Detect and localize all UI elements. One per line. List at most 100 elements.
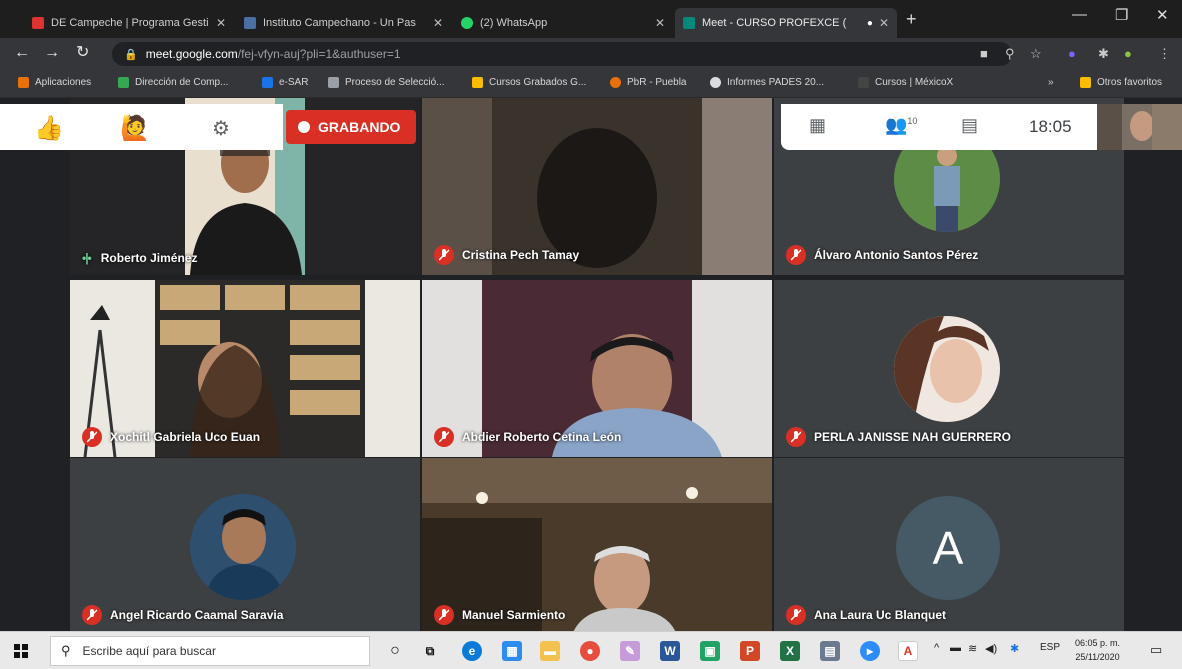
tab-whatsapp[interactable]: (2) WhatsApp ✕ — [453, 8, 673, 38]
address-bar[interactable]: 🔒 meet.google.com/fej-vfyn-auj?pli=1&aut… — [112, 42, 1012, 66]
powerpoint-icon[interactable]: P — [740, 641, 760, 661]
chrome-icon[interactable]: ● — [580, 641, 600, 661]
participant-tile[interactable]: A Ana Laura Uc Blanquet — [774, 458, 1124, 631]
recording-dot-icon: ● — [866, 17, 873, 29]
zoom-icon[interactable]: ⚲ — [1005, 46, 1015, 62]
notifications-icon[interactable]: ▭ — [1150, 642, 1162, 658]
bookmark-cursos-mexicox[interactable]: Cursos | MéxicoX — [858, 77, 953, 88]
mic-off-icon — [786, 605, 806, 625]
bookmark-label: Cursos Grabados G... — [489, 77, 587, 88]
drive-icon — [472, 77, 483, 88]
camera-icon[interactable]: ■ — [980, 46, 988, 61]
battery-icon: ▬ — [950, 642, 961, 654]
reload-icon[interactable]: ↻ — [76, 44, 89, 62]
close-tab-icon[interactable]: ✕ — [216, 16, 226, 30]
globe-icon — [710, 77, 721, 88]
bluetooth-icon[interactable]: ✱ — [1010, 642, 1019, 655]
bookmark-label: Dirección de Comp... — [135, 77, 229, 88]
participant-tile[interactable]: Manuel Sarmiento — [422, 458, 772, 631]
recording-label: GRABANDO — [318, 119, 401, 135]
profile-avatar-icon[interactable]: ● — [1124, 46, 1132, 61]
self-view-thumbnail[interactable] — [1097, 104, 1182, 150]
close-tab-icon[interactable]: ✕ — [879, 16, 889, 30]
bookmark-direccion[interactable]: Dirección de Comp... — [118, 77, 228, 88]
bookmark-proceso[interactable]: Proceso de Selecció... — [328, 77, 445, 88]
windows-start-icon[interactable] — [14, 644, 28, 658]
mic-off-icon — [786, 427, 806, 447]
close-tab-icon[interactable]: ✕ — [433, 16, 443, 30]
settings-gear-icon[interactable]: ⚙ — [212, 116, 230, 141]
cortana-icon[interactable]: ○ — [385, 641, 405, 661]
bookmark-label: Aplicaciones — [35, 77, 92, 88]
participant-name-tag: Álvaro Antonio Santos Pérez — [786, 245, 978, 265]
participant-tile[interactable]: Abdier Roberto Cetina León — [422, 280, 772, 457]
app-green-icon[interactable]: ▣ — [700, 641, 720, 661]
forward-icon[interactable]: → — [44, 44, 60, 62]
record-dot-icon — [298, 121, 310, 133]
participant-tile[interactable]: Cristina Pech Tamay — [422, 98, 772, 275]
bookmark-cursos-grabados[interactable]: Cursos Grabados G... — [472, 77, 586, 88]
raise-hand-icon[interactable]: 🙋 — [120, 114, 150, 143]
paint-icon[interactable]: ✎ — [620, 641, 640, 661]
zoom-app-icon[interactable]: ▸ — [860, 641, 880, 661]
tab-title: DE Campeche | Programa Gesti — [51, 17, 209, 29]
excel-icon[interactable]: X — [780, 641, 800, 661]
tab-instituto-campechano[interactable]: Instituto Campechano - Un Pas ✕ — [236, 8, 451, 38]
taskbar-clock[interactable]: 06:05 p. m. 25/11/2020 — [1075, 636, 1120, 664]
file-explorer-icon[interactable]: ▬ — [540, 641, 560, 661]
minimize-icon[interactable]: — — [1072, 6, 1087, 23]
bookmark-label: Proceso de Selecció... — [345, 77, 445, 88]
pdf-icon[interactable]: A — [898, 641, 918, 661]
extension-icon[interactable]: ● — [1068, 46, 1076, 61]
mic-off-icon — [786, 245, 806, 265]
tab-de-campeche[interactable]: DE Campeche | Programa Gesti ✕ — [24, 8, 234, 38]
pin-icon — [328, 77, 339, 88]
more-bookmarks-icon[interactable]: » — [1048, 77, 1054, 88]
participant-tile[interactable]: Angel Ricardo Caamal Saravia — [70, 458, 420, 631]
participant-name: Ana Laura Uc Blanquet — [814, 608, 947, 622]
participant-tile[interactable]: PERLA JANISSE NAH GUERRERO — [774, 280, 1124, 457]
bookmark-icon — [32, 17, 44, 29]
close-window-icon[interactable]: ✕ — [1156, 6, 1169, 24]
word-icon[interactable]: W — [660, 641, 680, 661]
tab-title: Meet - CURSO PROFEXCE ( — [702, 17, 847, 29]
bookmark-label: Informes PADES 20... — [727, 77, 825, 88]
extensions-puzzle-icon[interactable]: ✱ — [1098, 46, 1109, 62]
mic-off-icon — [434, 427, 454, 447]
tab-meet[interactable]: Meet - CURSO PROFEXCE ( ● ✕ — [675, 8, 897, 38]
participant-tile[interactable]: Xochitl Gabriela Uco Euan — [70, 280, 420, 457]
back-icon[interactable]: ← — [14, 44, 30, 62]
close-tab-icon[interactable]: ✕ — [655, 16, 665, 30]
taskbar-search[interactable]: ⚲ Escribe aquí para buscar — [50, 636, 370, 666]
chat-icon[interactable]: ▤ — [961, 115, 978, 136]
language-indicator[interactable]: ESP — [1040, 642, 1060, 653]
bookmark-esar[interactable]: e-SAR — [262, 77, 308, 88]
new-tab-button[interactable]: + — [906, 10, 917, 28]
notes-icon[interactable]: ▤ — [820, 641, 840, 661]
bookmark-pbr-puebla[interactable]: PbR - Puebla — [610, 77, 686, 88]
thumbs-up-icon[interactable]: 👍 — [34, 114, 64, 143]
participant-name-tag: •|• Roberto Jiménez — [82, 251, 197, 265]
bookmark-otros-favoritos[interactable]: Otros favoritos — [1080, 77, 1162, 88]
mic-off-icon — [82, 605, 102, 625]
wifi-icon[interactable]: ≋ — [968, 642, 977, 655]
edge-icon[interactable]: e — [462, 641, 482, 661]
volume-icon[interactable]: ◀) — [985, 642, 997, 655]
tray-expand-icon[interactable]: ^ — [934, 642, 939, 654]
restore-icon[interactable]: ❐ — [1115, 6, 1128, 24]
menu-icon[interactable]: ⋮ — [1158, 46, 1171, 62]
mic-off-icon — [434, 245, 454, 265]
url-path: /fej-vfyn-auj?pli=1&authuser=1 — [237, 47, 401, 61]
qr-grid-icon[interactable]: ▦ — [809, 115, 826, 136]
store-icon[interactable]: ▦ — [502, 641, 522, 661]
bookmark-aplicaciones[interactable]: Aplicaciones — [18, 77, 91, 88]
participants-icon[interactable]: 👥10 — [885, 115, 917, 136]
recording-badge: GRABANDO — [286, 110, 416, 144]
participant-name-tag: Ana Laura Uc Blanquet — [786, 605, 946, 625]
bookmark-informes-pades[interactable]: Informes PADES 20... — [710, 77, 824, 88]
bookmark-label: e-SAR — [279, 77, 309, 88]
participant-name-tag: Xochitl Gabriela Uco Euan — [82, 427, 260, 447]
star-icon[interactable]: ☆ — [1030, 46, 1042, 62]
bookmark-label: Otros favoritos — [1097, 77, 1163, 88]
task-view-icon[interactable]: ⧉ — [420, 641, 440, 661]
